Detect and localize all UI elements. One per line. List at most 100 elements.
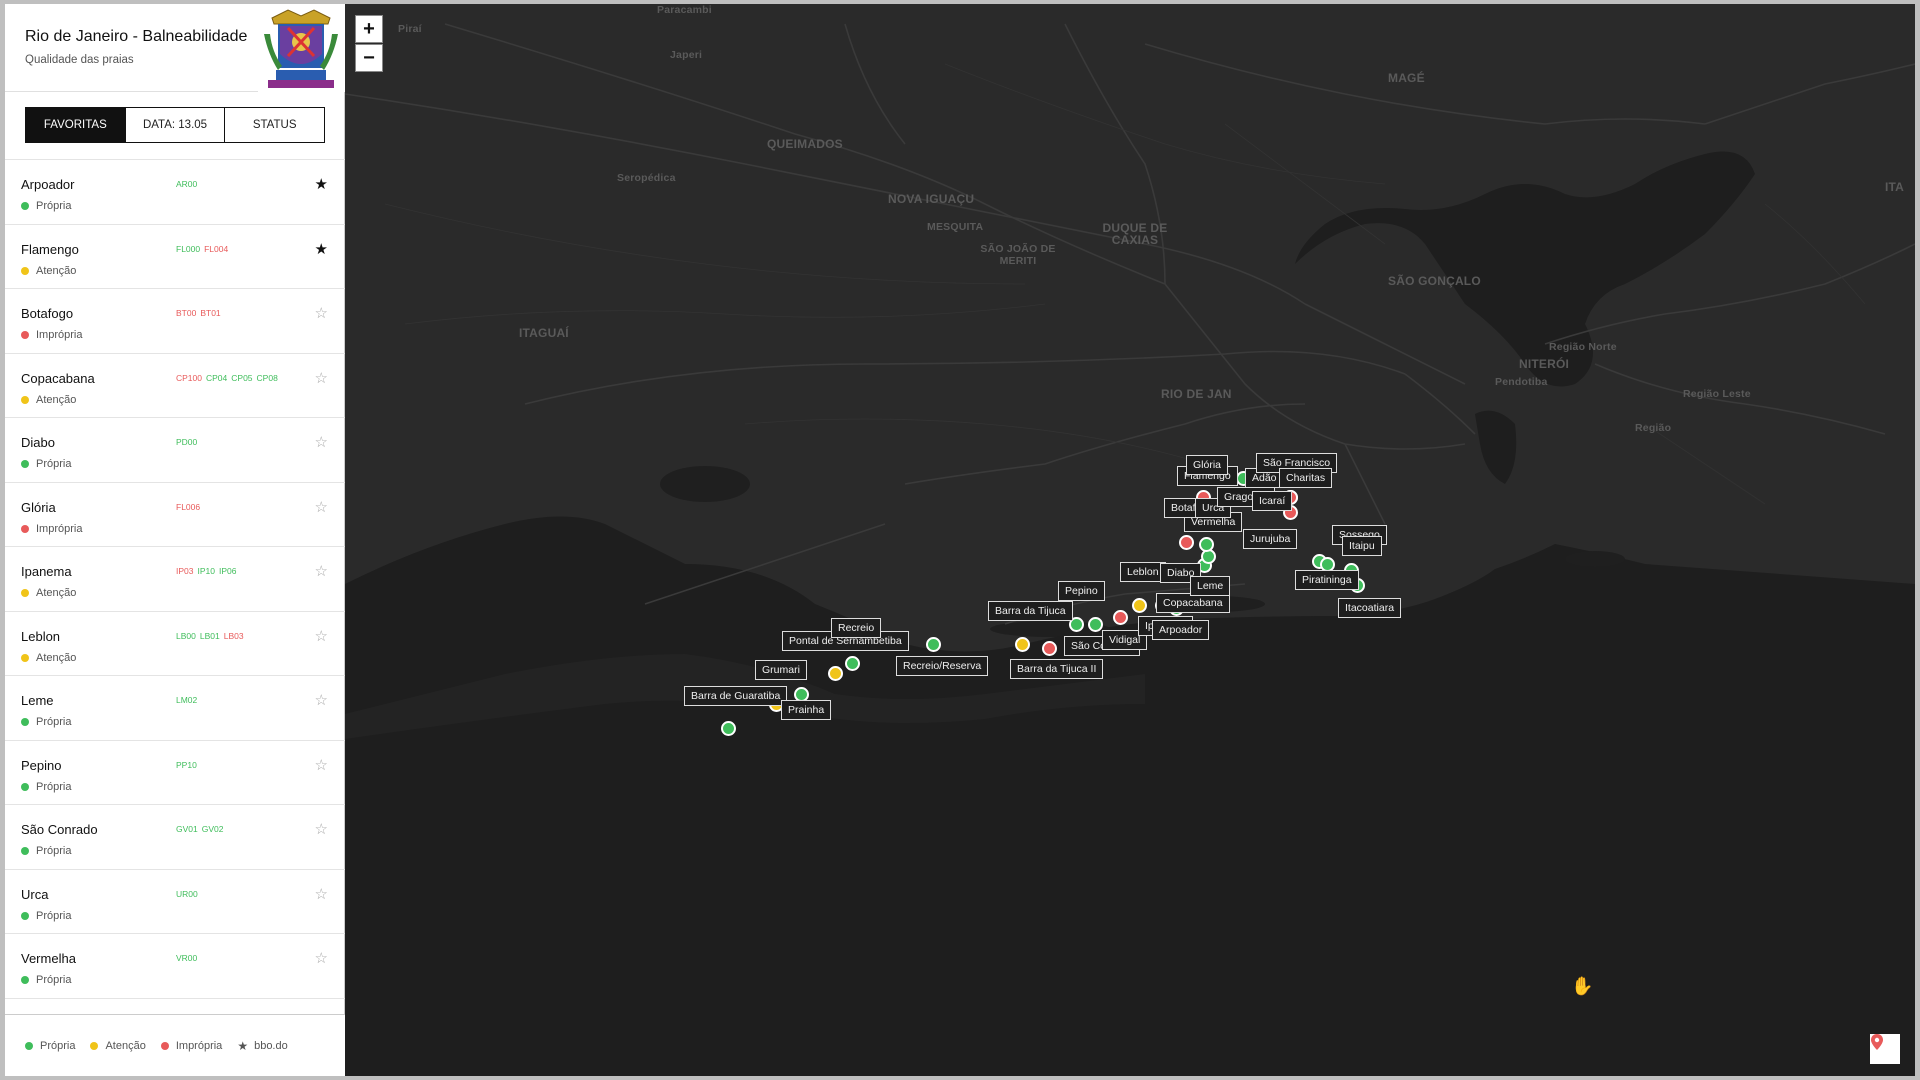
beach-label[interactable]: Barra de Guaratiba — [684, 686, 788, 706]
locate-pin-button[interactable] — [1870, 1034, 1900, 1064]
star-outline-icon[interactable]: ☆ — [315, 562, 328, 580]
beach-row-6[interactable]: Ipanema IP03 IP10 IP06 Atenção ☆ — [5, 547, 345, 612]
beach-label[interactable]: Arpoador — [1152, 620, 1210, 640]
beach-name: Glória — [21, 499, 56, 515]
legend-favorite-label: bbo.do — [254, 1039, 288, 1052]
beach-label[interactable]: Jurujuba — [1243, 529, 1298, 549]
beach-row-1[interactable]: Flamengo FL000 FL004 Atenção ★ — [5, 225, 345, 289]
station-code: PD00 — [176, 437, 198, 447]
beach-marker[interactable] — [828, 666, 843, 681]
star-outline-icon[interactable]: ☆ — [315, 433, 328, 451]
beach-row-12[interactable]: Vermelha VR00 Própria ☆ — [5, 934, 345, 999]
beach-label[interactable]: Recreio/Reserva — [896, 656, 989, 676]
map-place-label: Japeri — [670, 49, 703, 61]
beach-label[interactable]: Prainha — [781, 700, 832, 720]
station-codes: VR00 — [176, 953, 197, 963]
beach-row-9[interactable]: Pepino PP10 Própria ☆ — [5, 741, 345, 805]
beach-status: Própria — [21, 781, 71, 793]
star-outline-icon[interactable]: ☆ — [315, 627, 328, 645]
beach-marker[interactable] — [926, 637, 941, 652]
beach-row-0[interactable]: Arpoador AR00 Própria ★ — [5, 160, 345, 225]
beach-marker[interactable] — [721, 721, 736, 736]
station-code: GV02 — [201, 824, 224, 834]
beach-label[interactable]: Piratininga — [1295, 570, 1359, 590]
status-dot-icon — [21, 202, 29, 210]
beach-status: Própria — [21, 716, 71, 728]
beach-marker[interactable] — [1088, 617, 1103, 632]
legend-propria: Própria — [25, 1040, 75, 1052]
beach-label[interactable]: Leblon — [1120, 562, 1166, 582]
star-outline-icon[interactable]: ☆ — [315, 691, 328, 709]
tab-favoritas[interactable]: FAVORITAS — [26, 108, 126, 142]
beach-row-8[interactable]: Leme LM02 Própria ☆ — [5, 676, 345, 741]
zoom-out-button[interactable]: − — [355, 44, 383, 72]
beach-label[interactable]: Glória — [1186, 455, 1229, 475]
beach-marker[interactable] — [845, 656, 860, 671]
beach-marker[interactable] — [1042, 641, 1057, 656]
beach-label[interactable]: Charitas — [1279, 468, 1333, 488]
beach-label[interactable]: Icaraí — [1252, 491, 1293, 511]
station-code: FL006 — [176, 501, 201, 512]
beach-row-3[interactable]: Copacabana CP100 CP04 CP05 CP08 Atenção ☆ — [5, 354, 345, 418]
beach-row-11[interactable]: Urca UR00 Própria ☆ — [5, 870, 345, 934]
beach-row-13[interactable]: Vidigal ☆ — [5, 999, 345, 1015]
star-outline-icon[interactable]: ☆ — [315, 885, 328, 903]
beach-marker[interactable] — [1179, 535, 1194, 550]
map-canvas[interactable]: + − Paracambi Piraí Japeri MAGÉ QUEIMADOS Ser… — [345, 4, 1915, 1076]
zoom-in-button[interactable]: + — [355, 15, 383, 43]
beach-label[interactable]: Grumari — [755, 660, 807, 680]
beach-marker[interactable] — [1132, 598, 1147, 613]
star-outline-icon[interactable]: ☆ — [315, 304, 328, 322]
beach-label[interactable]: Leme — [1190, 576, 1231, 596]
beach-label[interactable]: Pepino — [1058, 581, 1105, 601]
station-code: FL000 — [176, 243, 201, 254]
map-place-label: SÃO JOÃO DE MERITI — [980, 243, 1056, 267]
beach-name: Leblon — [21, 628, 61, 644]
station-code: CP100 — [176, 372, 202, 383]
beach-label[interactable]: Copacabana — [1156, 593, 1230, 613]
status-text: Própria — [36, 458, 72, 470]
beach-marker[interactable] — [1015, 637, 1030, 652]
star-outline-icon[interactable]: ☆ — [315, 498, 328, 516]
beach-label[interactable]: Itacoatiara — [1338, 598, 1402, 618]
status-text: Própria — [36, 909, 72, 922]
tab-status[interactable]: STATUS — [225, 108, 325, 142]
status-text: Própria — [36, 200, 72, 212]
app-window: Rio de Janeiro - Balneabilidade Qualidad… — [5, 4, 1915, 1076]
status-dot-icon — [21, 266, 29, 275]
beach-label[interactable]: Recreio — [831, 618, 882, 638]
map-place-label: Região Norte — [1549, 341, 1617, 353]
tab-data[interactable]: DATA: 13.05 — [125, 108, 226, 142]
beach-label[interactable]: Itaipu — [1342, 536, 1382, 556]
beach-name: Flamengo — [21, 241, 79, 257]
map-place-label: RIO DE JAN — [1161, 387, 1232, 401]
beach-marker[interactable] — [1199, 537, 1214, 552]
beach-status: Atenção — [21, 652, 76, 664]
station-codes: AR00 — [176, 179, 197, 189]
beach-row-7[interactable]: Leblon LB00 LB01 LB03 Atenção ☆ — [5, 612, 345, 676]
station-code: IP06 — [219, 566, 237, 576]
star-outline-icon[interactable]: ☆ — [315, 756, 328, 774]
station-code: LB03 — [223, 630, 244, 641]
status-dot-icon — [21, 653, 29, 662]
star-filled-icon[interactable]: ★ — [315, 175, 328, 193]
beach-row-4[interactable]: Diabo PD00 Própria ☆ — [5, 418, 345, 483]
beach-row-2[interactable]: Botafogo BT00 BT01 Imprópria ☆ — [5, 289, 345, 354]
status-dot-icon — [21, 524, 29, 533]
beach-marker[interactable] — [1113, 610, 1128, 625]
station-codes: PD00 — [176, 437, 197, 447]
station-code: PP10 — [176, 759, 197, 770]
beach-row-5[interactable]: Glória FL006 Imprópria ☆ — [5, 483, 345, 547]
status-text: Própria — [36, 974, 72, 986]
star-outline-icon[interactable]: ☆ — [315, 820, 328, 838]
star-outline-icon[interactable]: ☆ — [315, 949, 328, 967]
star-filled-icon[interactable]: ★ — [315, 240, 328, 258]
beach-label[interactable]: Barra da Tijuca II — [1010, 659, 1104, 679]
status-text: Própria — [36, 845, 72, 857]
legend-atencao: Atenção — [90, 1040, 146, 1052]
star-outline-icon[interactable]: ☆ — [315, 369, 328, 387]
beach-name: Botafogo — [21, 306, 74, 321]
station-code: LM02 — [176, 695, 198, 705]
beach-row-10[interactable]: São Conrado GV01 GV02 Própria ☆ — [5, 805, 345, 870]
beach-label[interactable]: Barra da Tijuca — [988, 601, 1073, 621]
